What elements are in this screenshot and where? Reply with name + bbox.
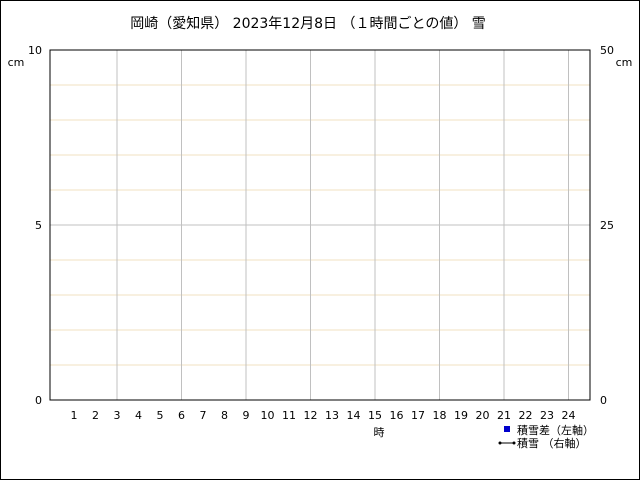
legend-line-dot-left (498, 441, 502, 445)
grid-layer (50, 50, 590, 400)
x-tick-label: 8 (221, 409, 228, 422)
x-tick-label: 21 (497, 409, 511, 422)
x-tick-label: 6 (178, 409, 185, 422)
x-tick-label: 3 (114, 409, 121, 422)
x-tick-label: 5 (157, 409, 164, 422)
y-right-tick-label: 50 (600, 44, 614, 57)
x-tick-label: 14 (347, 409, 361, 422)
x-tick-label: 2 (92, 409, 99, 422)
x-tick-label: 7 (200, 409, 207, 422)
legend-label-snow-diff: 積雪差（左軸） (517, 423, 594, 437)
x-tick-label: 12 (304, 409, 318, 422)
x-tick-label: 16 (390, 409, 404, 422)
y-left-tick-label: 5 (35, 219, 42, 232)
x-tick-label: 20 (476, 409, 490, 422)
legend-label-snow-depth: 積雪 （右軸） (517, 436, 587, 450)
legend-bar-marker (504, 426, 510, 432)
y-axis-right-label: cm (616, 56, 633, 69)
y-right-tick-label: 25 (600, 219, 614, 232)
x-axis-label: 時 (374, 426, 385, 439)
y-right-tick-label: 0 (600, 394, 607, 407)
x-tick-label: 17 (411, 409, 425, 422)
x-tick-label: 19 (454, 409, 468, 422)
x-tick-label: 4 (135, 409, 142, 422)
x-tick-label: 22 (519, 409, 533, 422)
x-tick-label: 9 (243, 409, 250, 422)
x-tick-label: 13 (325, 409, 339, 422)
x-tick-label: 24 (562, 409, 576, 422)
x-tick-label: 10 (261, 409, 275, 422)
x-tick-label: 23 (540, 409, 554, 422)
x-tick-label: 15 (368, 409, 382, 422)
x-tick-label: 11 (282, 409, 296, 422)
chart-svg: 岡崎（愛知県） 2023年12月8日 （１時間ごとの値） 雪 cm cm 時 1… (8, 15, 633, 450)
y-left-tick-label: 0 (35, 394, 42, 407)
x-tick-label: 18 (433, 409, 447, 422)
legend: 積雪差（左軸） 積雪 （右軸） (498, 423, 594, 450)
y-left-tick-label: 10 (28, 44, 42, 57)
y-axis-left-label: cm (8, 56, 25, 69)
x-tick-label: 1 (71, 409, 78, 422)
legend-line-dot-right (512, 441, 516, 445)
chart-title: 岡崎（愛知県） 2023年12月8日 （１時間ごとの値） 雪 (130, 15, 486, 32)
